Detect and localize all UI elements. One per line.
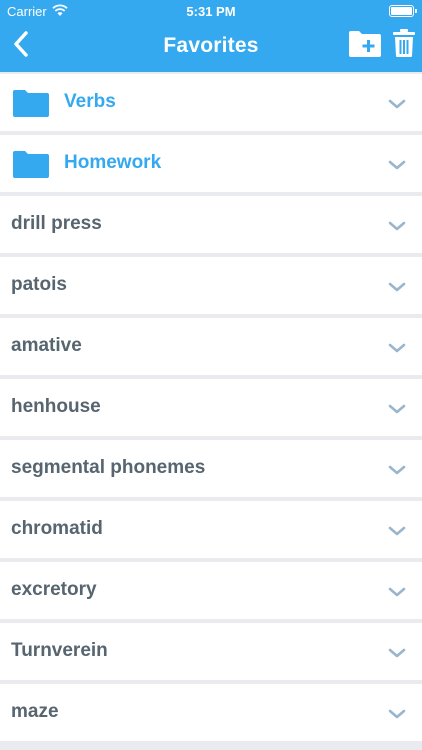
status-time: 5:31 PM xyxy=(186,4,236,19)
item-label: henhouse xyxy=(11,396,101,417)
item-label: patois xyxy=(11,274,67,295)
folder-label: Homework xyxy=(64,152,162,173)
battery-icon xyxy=(389,5,417,17)
list-item[interactable]: henhouse xyxy=(0,379,422,436)
chevron-down-icon[interactable] xyxy=(388,708,406,720)
item-label: Turnverein xyxy=(11,640,108,661)
chevron-down-icon[interactable] xyxy=(388,464,406,476)
favorites-list: Verbs Homework drill press patois amativ… xyxy=(0,74,422,745)
page-title: Favorites xyxy=(163,34,259,57)
nav-bar: Carrier 5:31 PM Favorites xyxy=(0,0,422,72)
chevron-down-icon[interactable] xyxy=(388,525,406,537)
item-label: amative xyxy=(11,335,82,356)
item-label: drill press xyxy=(11,213,102,234)
item-label: excretory xyxy=(11,579,97,600)
list-item[interactable]: chromatid xyxy=(0,501,422,558)
folder-icon xyxy=(13,90,49,117)
list-item[interactable]: segmental phonemes xyxy=(0,440,422,497)
list-item[interactable]: patois xyxy=(0,257,422,314)
list-item[interactable]: maze xyxy=(0,684,422,741)
chevron-down-icon[interactable] xyxy=(388,220,406,232)
item-label: chromatid xyxy=(11,518,103,539)
chevron-down-icon[interactable] xyxy=(388,281,406,293)
chevron-down-icon[interactable] xyxy=(388,586,406,598)
list-item[interactable]: drill press xyxy=(0,196,422,253)
chevron-down-icon[interactable] xyxy=(388,342,406,354)
list-item[interactable]: excretory xyxy=(0,562,422,619)
folder-icon xyxy=(13,151,49,178)
chevron-down-icon[interactable] xyxy=(388,159,406,171)
folder-row-verbs[interactable]: Verbs xyxy=(0,74,422,131)
trash-icon[interactable] xyxy=(392,28,416,58)
chevron-down-icon[interactable] xyxy=(388,403,406,415)
list-item[interactable]: amative xyxy=(0,318,422,375)
list-item[interactable]: Turnverein xyxy=(0,623,422,680)
item-label: segmental phonemes xyxy=(11,457,206,478)
chevron-down-icon[interactable] xyxy=(388,98,406,110)
status-bar: Carrier 5:31 PM xyxy=(0,0,422,22)
folder-plus-icon[interactable] xyxy=(348,30,382,58)
chevron-down-icon[interactable] xyxy=(388,647,406,659)
back-chevron-icon[interactable] xyxy=(10,30,34,58)
folder-label: Verbs xyxy=(64,91,116,112)
folder-row-homework[interactable]: Homework xyxy=(0,135,422,192)
item-label: maze xyxy=(11,701,59,722)
